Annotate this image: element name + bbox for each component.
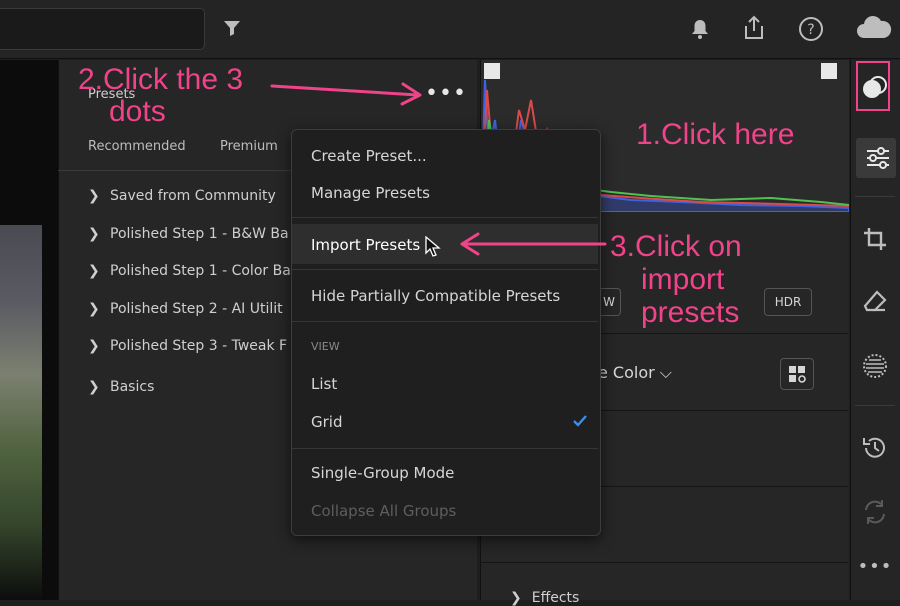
masking-icon[interactable] [850,352,900,386]
presets-icon[interactable] [850,75,900,107]
annotation-step1: 1.Click here [636,118,795,151]
crop-icon[interactable] [850,226,900,258]
annotation-step3-line3: presets [641,296,740,329]
chevron-right-icon: ❯ [88,226,100,242]
more-tools-icon[interactable]: ••• [850,556,900,577]
annotation-step3-line2: import [641,263,725,296]
photo-image [0,225,42,600]
divider [58,170,291,171]
cursor-icon [425,235,441,262]
preset-group-saved-from-community[interactable]: ❯ Saved from Community [88,188,303,212]
divider [855,405,895,406]
history-icon[interactable] [850,434,900,468]
menu-section-view: VIEW [311,340,340,353]
menu-item-single-group-mode[interactable]: Single-Group Mode [311,462,454,484]
help-icon[interactable]: ? [797,16,825,47]
profile-browser-icon[interactable] [780,358,814,390]
filter-icon[interactable] [218,18,246,43]
chevron-right-icon: ❯ [88,263,100,279]
share-icon[interactable] [740,15,768,46]
chevron-right-icon: ❯ [88,379,100,395]
preset-group-tweak[interactable]: ❯ Polished Step 3 - Tweak F [88,338,303,362]
menu-separator [292,269,598,270]
menu-separator [292,448,598,449]
annotation-step2-line2: dots [109,95,166,128]
menu-item-grid[interactable]: Grid [311,411,342,433]
tab-recommended[interactable]: Recommended [88,139,186,154]
menu-separator [292,321,598,322]
menu-item-collapse-all-groups[interactable]: Collapse All Groups [311,500,456,522]
divider [480,562,848,563]
hdr-button[interactable]: HDR [764,288,812,316]
effects-section-header[interactable]: ❯ Effects [510,590,579,606]
menu-item-import-presets[interactable]: Import Presets [311,234,420,256]
preset-group-ai-utility[interactable]: ❯ Polished Step 2 - AI Utilit [88,301,303,325]
chevron-right-icon: ❯ [88,301,100,317]
preset-group-basics[interactable]: ❯ Basics [88,379,303,403]
view-button[interactable]: W [598,288,621,316]
divider [855,196,895,197]
annotation-step2-line1: 2.Click the 3 [78,63,244,96]
bell-icon[interactable] [686,18,714,45]
eraser-icon[interactable] [850,288,900,320]
menu-separator [292,217,598,218]
annotation-step3-line1: 3.Click on [610,230,742,263]
chevron-right-icon: ❯ [88,188,100,204]
cloud-icon[interactable] [854,14,894,45]
chevron-right-icon: ❯ [88,338,100,354]
chevron-down-icon: ⌵ [659,363,672,382]
checkmark-icon [572,413,588,433]
menu-item-hide-partially-compatible[interactable]: Hide Partially Compatible Presets [311,285,560,307]
highlight-clipping-toggle[interactable] [821,63,837,79]
preset-group-color[interactable]: ❯ Polished Step 1 - Color Ba [88,263,303,287]
profile-dropdown[interactable]: e Color ⌵ [598,363,672,383]
more-options-icon[interactable]: ••• [425,83,467,105]
search-input[interactable] [0,8,205,50]
chevron-right-icon: ❯ [510,590,522,606]
menu-item-manage-presets[interactable]: Manage Presets [311,182,430,204]
preset-group-bw[interactable]: ❯ Polished Step 1 - B&W Ba [88,226,303,250]
menu-item-create-preset[interactable]: Create Preset... [311,145,427,167]
tab-premium[interactable]: Premium [220,139,278,154]
sync-icon[interactable] [850,498,900,532]
sliders-icon[interactable] [853,146,900,176]
shadow-clipping-toggle[interactable] [484,63,500,79]
svg-text:?: ? [807,22,814,38]
menu-item-list[interactable]: List [311,373,337,395]
